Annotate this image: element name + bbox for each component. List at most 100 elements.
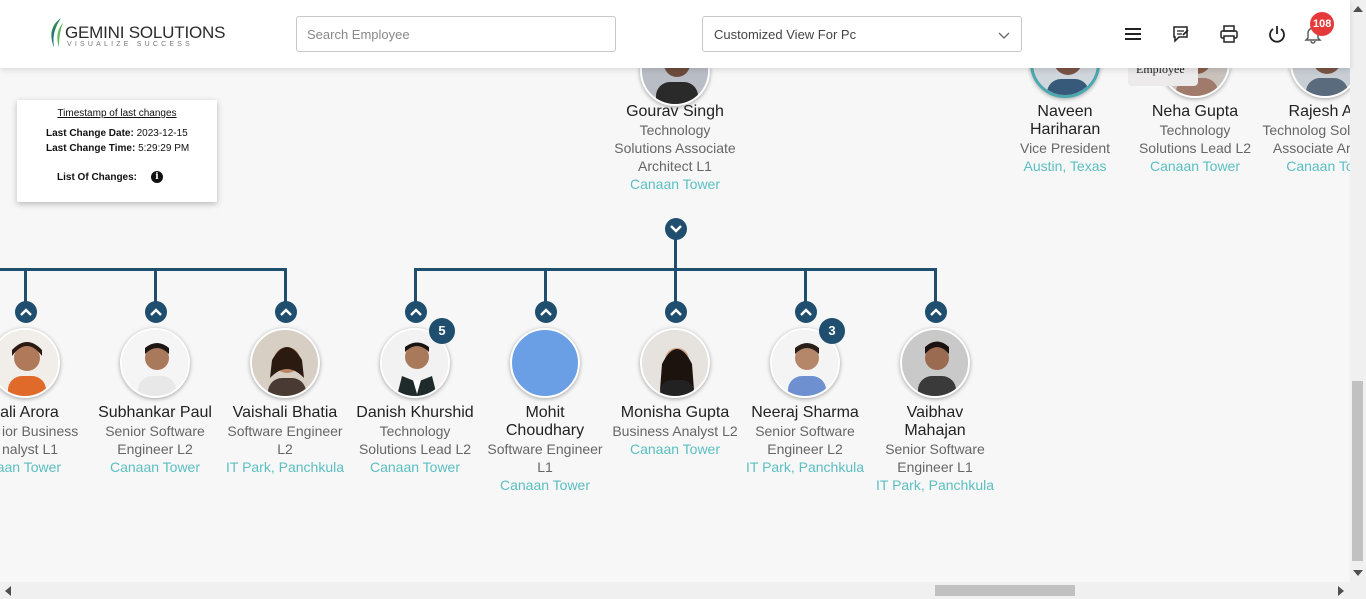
connector-line [674,238,677,270]
connector-line [934,268,937,304]
list-of-changes-label: List Of Changes: [57,172,138,183]
employee-node-neha-gupta[interactable]: Neha Gupta Technology Solutions Lead L2 … [1130,103,1260,175]
chevron-up-icon [410,308,422,316]
last-change-time-label: Last Change Time: [46,143,136,154]
employee-designation: Business Analyst L2 [612,423,738,439]
avatar[interactable] [900,328,970,398]
power-icon[interactable] [1267,24,1287,44]
horizontal-scrollbar[interactable] [0,582,1366,599]
employee-name: Naveen Hariharan [1030,103,1101,138]
employee-location: naan Tower [0,459,62,475]
employee-designation: Vice President [1019,140,1110,156]
expand-parent-toggle[interactable] [535,301,557,323]
connector-line [544,268,547,304]
avatar-placeholder[interactable] [510,328,580,398]
chevron-down-icon [670,225,682,233]
reports-count-badge[interactable]: 3 [819,318,845,344]
view-select-value: Customized View For Pc [714,27,857,42]
employee-node-rajesh[interactable]: Rajesh Ah Technolog Solutions Associate … [1260,103,1350,175]
last-change-date-value: 2023-12-15 [136,128,188,139]
employee-node-subhankar-paul[interactable]: Subhankar Paul Senior Software Engineer … [90,404,220,476]
chevron-up-icon [150,308,162,316]
collapse-toggle[interactable] [665,218,687,240]
vertical-scrollbar-thumb[interactable] [1352,381,1363,561]
scroll-up-arrow-icon[interactable] [1353,6,1363,12]
app-header: GEMINI SOLUTIONS VISUALIZE SUCCESS Custo… [0,0,1350,68]
menu-icon[interactable] [1123,24,1143,44]
feedback-icon[interactable] [1171,24,1191,44]
employee-designation: Technology Solutions Lead L2 [1138,122,1252,156]
avatar[interactable] [640,68,710,106]
reports-count-badge[interactable]: 5 [429,318,455,344]
last-change-time-value: 5:29:29 PM [138,143,190,154]
employee-location: Canaan Tower [629,176,721,192]
employee-node-gourav-singh[interactable]: Gourav Singh Technology Solutions Associ… [610,103,740,193]
employee-designation: Software Engineer L1 [487,441,603,475]
employee-location: Canaan Tower [109,459,201,475]
notification-count-badge: 108 [1310,12,1335,36]
connector-line [414,268,417,304]
last-change-date: Last Change Date: 2023-12-15 [46,128,188,139]
last-change-time: Last Change Time: 5:29:29 PM [46,143,189,154]
employee-location: IT Park, Panchkula [875,477,995,493]
scroll-right-arrow-icon[interactable] [1338,586,1344,596]
employee-name: nali Arora [0,404,59,421]
expand-parent-toggle[interactable] [145,301,167,323]
employee-node-vaishali-bhatia[interactable]: Vaishali Bhatia Software Engineer L2 IT … [220,404,350,476]
connector-line [0,268,287,271]
chevron-up-icon [800,308,812,316]
employee-overlay-label: Employee [1128,68,1198,86]
avatar[interactable] [640,328,710,398]
employee-name: Rajesh Ah [1288,103,1350,120]
expand-parent-toggle[interactable] [925,301,947,323]
company-logo[interactable]: GEMINI SOLUTIONS VISUALIZE SUCCESS [47,17,225,51]
employee-name: Vaishali Bhatia [232,404,338,421]
employee-location: IT Park, Panchkula [225,459,345,475]
connector-line [24,268,27,304]
chevron-down-icon [998,32,1010,39]
last-change-date-label: Last Change Date: [46,128,134,139]
search-employee-input[interactable] [296,16,616,52]
employee-location: Canaan Tower [369,459,461,475]
avatar[interactable] [1030,68,1100,98]
expand-parent-toggle[interactable] [795,301,817,323]
expand-parent-toggle[interactable] [15,301,37,323]
avatar[interactable] [120,328,190,398]
scroll-down-arrow-icon[interactable] [1353,570,1363,576]
employee-name: Danish Khurshid [356,404,474,421]
info-icon[interactable]: i [151,171,163,183]
chevron-up-icon [930,308,942,316]
view-select[interactable]: Customized View For Pc [702,16,1022,52]
timestamp-card: Timestamp of last changes Last Change Da… [17,100,217,202]
employee-designation: Senior Software Engineer L1 [885,441,985,475]
print-icon[interactable] [1219,24,1239,44]
chevron-up-icon [280,308,292,316]
employee-node-neeraj-sharma[interactable]: Neeraj Sharma Senior Software Engineer L… [740,404,870,476]
employee-location: IT Park, Panchkula [745,459,865,475]
employee-designation: ior Business nalyst L1 [2,423,79,457]
logo-tagline: VISUALIZE SUCCESS [67,41,193,48]
avatar[interactable] [0,328,60,398]
chevron-up-icon [20,308,32,316]
expand-parent-toggle[interactable] [275,301,297,323]
employee-node-arora[interactable]: nali Arora ior Business nalyst L1 naan T… [0,404,90,476]
employee-node-naveen-hariharan[interactable]: Naveen Hariharan Vice President Austin, … [1000,103,1130,175]
employee-name: Monisha Gupta [620,404,730,421]
horizontal-scrollbar-thumb[interactable] [935,585,1075,596]
employee-node-danish-khurshid[interactable]: Danish Khurshid Technology Solutions Lea… [350,404,480,476]
avatar[interactable] [250,328,320,398]
scroll-left-arrow-icon[interactable] [5,586,11,596]
employee-node-vaibhav-mahajan[interactable]: Vaibhav Mahajan Senior Software Engineer… [870,404,1000,494]
employee-node-monisha-gupta[interactable]: Monisha Gupta Business Analyst L2 Canaan… [610,404,740,458]
expand-parent-toggle[interactable] [665,301,687,323]
expand-parent-toggle[interactable] [405,301,427,323]
employee-name: Neha Gupta [1151,103,1239,120]
employee-location: Canaan Tower [1149,158,1241,174]
employee-node-mohit-choudhary[interactable]: Mohit Choudhary Software Engineer L1 Can… [480,404,610,494]
employee-location: Canaan Tower [499,477,591,493]
avatar[interactable] [1290,68,1350,98]
employee-location: Austin, Texas [1023,158,1107,174]
employee-name: Neeraj Sharma [751,404,859,421]
timestamp-title: Timestamp of last changes [57,108,177,119]
employee-location: Canaan Tow [1286,158,1350,174]
